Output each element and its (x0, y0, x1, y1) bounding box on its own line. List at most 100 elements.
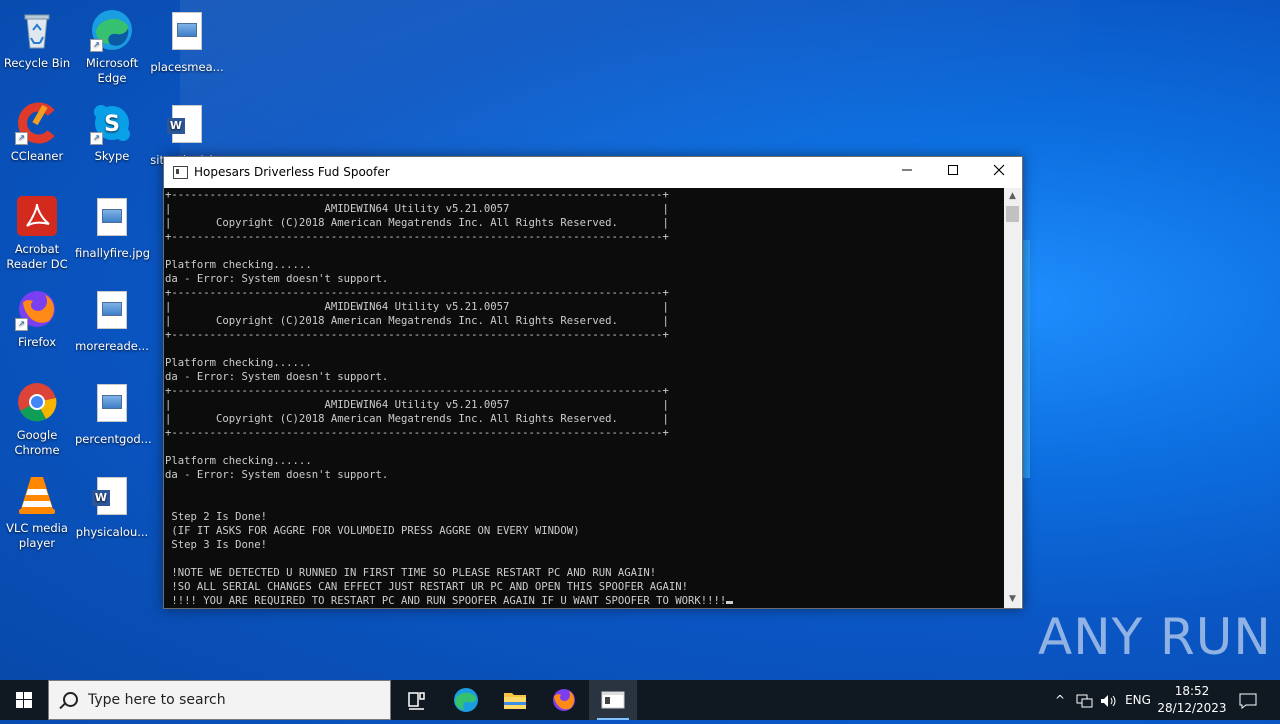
vertical-scrollbar[interactable]: ▲ ▼ (1004, 188, 1021, 608)
window-title: Hopesars Driverless Fud Spoofer (194, 165, 390, 179)
word-document-icon: W (90, 477, 134, 521)
console-line: +---------------------------------------… (165, 287, 669, 299)
console-line: +---------------------------------------… (165, 231, 669, 243)
console-line: | Copyright (C)2018 American Megatrends … (165, 413, 669, 425)
desktop-icon-vlc[interactable]: VLC media player (0, 473, 74, 551)
console-line: +---------------------------------------… (165, 385, 669, 397)
anyrun-watermark: ANY RUN (1038, 608, 1272, 666)
desktop-icon-ccleaner[interactable]: ↗ CCleaner (0, 101, 74, 164)
console-output[interactable]: +---------------------------------------… (164, 188, 1004, 608)
desktop-icon-recycle-bin[interactable]: Recycle Bin (0, 8, 74, 71)
shortcut-arrow-icon: ↗ (15, 318, 28, 331)
console-line: | Copyright (C)2018 American Megatrends … (165, 217, 669, 229)
taskbar-console-app[interactable] (589, 680, 637, 720)
skype-icon: S ↗ (90, 101, 134, 145)
clock-date: 28/12/2023 (1157, 701, 1227, 715)
tray-chevron-up-icon[interactable]: ^ (1050, 680, 1070, 720)
console-line: (IF IT ASKS FOR AGGRE FOR VOLUMDEID PRES… (165, 525, 580, 537)
console-line: da - Error: System doesn't support. (165, 273, 389, 285)
image-file-icon (90, 198, 134, 242)
console-line: Platform checking...... (165, 259, 312, 271)
start-button[interactable] (0, 680, 48, 720)
clock-time: 18:52 (1174, 684, 1210, 698)
desktop-icon-edge[interactable]: ↗ Microsoft Edge (75, 8, 149, 86)
console-line: !!!! YOU ARE REQUIRED TO RESTART PC AND … (165, 595, 727, 607)
console-text: +---------------------------------------… (164, 188, 1004, 608)
language-indicator[interactable]: ENG (1122, 680, 1154, 720)
network-icon[interactable] (1074, 680, 1096, 720)
console-line: Platform checking...... (165, 357, 312, 369)
scroll-up-icon[interactable]: ▲ (1004, 188, 1021, 205)
console-window-icon (601, 691, 625, 709)
shortcut-arrow-icon: ↗ (90, 132, 103, 145)
task-view-icon (408, 692, 425, 710)
desktop-icon-percentgod[interactable]: percentgod... (75, 380, 152, 447)
console-line: da - Error: System doesn't support. (165, 469, 389, 481)
firefox-icon (553, 689, 575, 711)
console-line: +---------------------------------------… (165, 189, 669, 201)
word-document-icon: W (165, 105, 209, 149)
desktop-icon-morereade[interactable]: morereade... (75, 287, 149, 354)
console-line: !NOTE WE DETECTED U RUNNED IN FIRST TIME… (165, 567, 657, 579)
desktop-icon-finallyfire[interactable]: finallyfire.jpg (75, 194, 150, 261)
image-file-icon (165, 12, 209, 56)
shortcut-arrow-icon: ↗ (15, 132, 28, 145)
console-line: | Copyright (C)2018 American Megatrends … (165, 315, 669, 327)
console-cursor (726, 601, 734, 604)
close-icon (993, 164, 1005, 176)
console-line: | AMIDEWIN64 Utility v5.21.0057 | (165, 301, 669, 313)
maximize-button[interactable] (930, 157, 976, 188)
window-titlebar[interactable]: Hopesars Driverless Fud Spoofer (164, 157, 1022, 188)
console-line: !SO ALL SERIAL CHANGES CAN EFFECT JUST R… (165, 581, 688, 593)
console-line: Platform checking...... (165, 455, 312, 467)
acrobat-icon (15, 194, 59, 238)
desktop-icon-skype[interactable]: S ↗ Skype (75, 101, 149, 164)
close-button[interactable] (976, 157, 1022, 188)
console-line: +---------------------------------------… (165, 329, 669, 341)
search-placeholder: Type here to search (88, 692, 226, 708)
console-app-icon (173, 166, 188, 179)
volume-icon[interactable] (1098, 680, 1120, 720)
recycle-bin-icon (15, 8, 59, 52)
image-file-icon (90, 291, 134, 335)
task-view-button[interactable] (392, 680, 440, 720)
notifications-button[interactable] (1234, 680, 1262, 720)
desktop-icon-physicalou[interactable]: W physicalou... (75, 473, 149, 540)
scroll-down-icon[interactable]: ▼ (1004, 591, 1021, 608)
console-line: | AMIDEWIN64 Utility v5.21.0057 | (165, 399, 669, 411)
search-icon (63, 692, 78, 707)
edge-icon (454, 688, 478, 712)
taskbar-firefox[interactable] (540, 680, 588, 720)
folder-icon (504, 693, 526, 709)
minimize-icon (902, 169, 912, 171)
wallpaper-logo-glow (1022, 240, 1030, 478)
chrome-icon (15, 380, 59, 424)
taskbar: Type here to search ^ ENG 18:52 28/12/20… (0, 680, 1280, 720)
shortcut-arrow-icon: ↗ (90, 39, 103, 52)
console-line: Step 2 Is Done! (165, 511, 268, 523)
vlc-icon (15, 473, 59, 517)
windows-logo-icon (16, 692, 32, 708)
notification-icon (1239, 693, 1257, 709)
scroll-thumb[interactable] (1006, 206, 1019, 222)
console-window[interactable]: Hopesars Driverless Fud Spoofer +-------… (163, 156, 1023, 609)
taskbar-file-explorer[interactable] (491, 680, 539, 720)
console-line: +---------------------------------------… (165, 427, 669, 439)
image-file-icon (90, 384, 134, 428)
console-line: Step 3 Is Done! (165, 539, 268, 551)
ccleaner-icon: ↗ (15, 101, 59, 145)
desktop-icon-firefox[interactable]: ↗ Firefox (0, 287, 74, 350)
desktop-icon-chrome[interactable]: Google Chrome (0, 380, 74, 458)
taskbar-clock[interactable]: 18:52 28/12/2023 (1156, 683, 1228, 717)
taskbar-edge[interactable] (442, 680, 490, 720)
console-line: | AMIDEWIN64 Utility v5.21.0057 | (165, 203, 669, 215)
maximize-icon (948, 165, 958, 175)
svg-text:S: S (104, 112, 120, 137)
edge-icon: ↗ (90, 8, 134, 52)
firefox-icon: ↗ (15, 287, 59, 331)
desktop-icon-acrobat[interactable]: Acrobat Reader DC (0, 194, 74, 272)
console-line: da - Error: System doesn't support. (165, 371, 389, 383)
desktop-icon-placesmea[interactable]: placesmea... (150, 8, 224, 75)
taskbar-search-box[interactable]: Type here to search (48, 680, 391, 720)
minimize-button[interactable] (884, 157, 930, 188)
